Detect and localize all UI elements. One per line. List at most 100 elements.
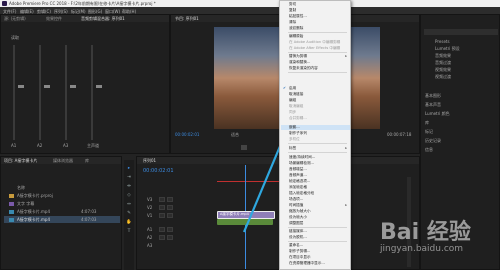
menu-item-set-to-frame-size[interactable]: 设为帧大小 <box>289 215 307 220</box>
side-panel-label[interactable]: 基本声音 <box>425 102 441 108</box>
menu-item-time-interpolation[interactable]: 时间插值 <box>289 203 303 208</box>
tab-source[interactable]: 源: (无剪辑) <box>4 16 26 22</box>
track-label[interactable]: A3 <box>147 243 152 248</box>
tab-program[interactable]: 节目: 序列01 <box>175 16 199 22</box>
tab-effect-controls[interactable]: 效果控件 <box>46 16 62 22</box>
submenu-arrow-icon: ▸ <box>345 146 347 150</box>
clip-icon <box>9 210 14 214</box>
slip-tool-icon[interactable]: ↔ <box>126 202 132 208</box>
program-timecode[interactable]: 00:00:02:01 <box>175 132 199 137</box>
menu-item-make-offline[interactable]: 设为脱机... <box>289 235 307 240</box>
menu-item-ripple-delete[interactable]: 波纹删除 <box>289 26 303 31</box>
project-item[interactable]: A接字模卡片.prproj <box>17 193 53 199</box>
volume-fader[interactable] <box>96 85 102 88</box>
menu-item-reveal-in-explorer[interactable]: 在资源管理器中显示... <box>289 261 325 266</box>
menu-item-restore-unrendered[interactable]: 恢复未渲染的内容 <box>289 66 318 71</box>
ripple-edit-tool-icon[interactable]: ⇹ <box>126 184 132 190</box>
track-label[interactable]: V1 <box>147 213 152 218</box>
tab-audio-mixer[interactable]: 音频剪辑混合器: 序列01 <box>81 16 125 22</box>
tab-libraries[interactable]: 库 <box>85 158 89 164</box>
effects-item[interactable]: 音频过渡 <box>435 60 451 66</box>
track-mute-icon[interactable] <box>159 235 165 240</box>
menu-item-adjustment-layer[interactable]: 调整图层 <box>289 221 303 226</box>
selection-tool-icon[interactable]: ▸ <box>126 166 132 172</box>
read-mode-label[interactable]: 读取 <box>11 35 19 41</box>
effects-item[interactable]: 音频效果 <box>435 53 451 59</box>
track-select-tool-icon[interactable]: ⇥ <box>126 175 132 181</box>
menu-item-group[interactable]: 编组 <box>289 98 296 103</box>
side-panel-label[interactable]: 库 <box>425 120 429 126</box>
menu-item-link-media[interactable]: 链接媒体... <box>289 229 307 234</box>
effects-item[interactable]: 视频效果 <box>435 67 451 73</box>
track-solo-icon[interactable] <box>167 227 173 232</box>
side-panel-label[interactable]: Lumetri 颜色 <box>425 111 450 117</box>
menu-item-frame-hold-options[interactable]: 帧定格选项... <box>289 179 310 184</box>
track-eye-icon[interactable] <box>167 213 173 218</box>
track-eye-icon[interactable] <box>167 197 173 202</box>
volume-fader[interactable] <box>44 85 50 88</box>
track-label[interactable]: V3 <box>147 197 152 202</box>
track-label[interactable]: A2 <box>147 235 152 240</box>
side-panel-label[interactable]: 历史记录 <box>425 138 441 144</box>
column-name-header[interactable]: 名称 <box>17 185 25 191</box>
menu-item-audio-channels[interactable]: 音频声道... <box>289 173 307 178</box>
menu-item-audio-gain[interactable]: 音频增益... <box>289 167 307 172</box>
volume-fader[interactable] <box>70 85 76 88</box>
razor-tool-icon[interactable]: ◇ <box>126 193 132 199</box>
project-item[interactable]: 文字 字幕 <box>17 201 34 207</box>
title-icon <box>9 202 14 206</box>
pen-tool-icon[interactable]: ✎ <box>126 211 132 217</box>
audio-meter <box>39 45 41 140</box>
menu-item-edit-in-after-effects: 在 Adobe After Effects 中编辑 <box>289 46 341 50</box>
effects-item[interactable]: Lumetri 预设 <box>435 46 460 52</box>
menu-item-unlink[interactable]: 取消链接 <box>289 92 303 97</box>
track-solo-icon[interactable] <box>167 235 173 240</box>
menu-item-reveal-in-project[interactable]: 在项目中显示 <box>289 255 311 260</box>
menu-item-insert-frame-hold-segment[interactable]: 插入帧定格分段 <box>289 191 314 196</box>
project-item[interactable]: A接字模卡片.mp4 <box>17 217 50 223</box>
menu-item-replace-with-clip[interactable]: 替换为剪辑 <box>289 54 307 59</box>
menu-item-scene-edit-detection[interactable]: 场景编辑检测... <box>289 161 314 166</box>
menu-item-field-options[interactable]: 场选项... <box>289 197 303 202</box>
effects-search-input[interactable] <box>424 29 498 35</box>
menu-item-enable[interactable]: 启用 <box>289 86 296 91</box>
effects-item[interactable]: 视频过渡 <box>435 74 451 80</box>
side-panel-label[interactable]: 信息 <box>425 147 433 153</box>
track-lock-icon[interactable] <box>159 205 165 210</box>
menu-item-nest[interactable]: 嵌套... <box>289 125 300 130</box>
menu-item-scale-to-frame-size[interactable]: 缩放为帧大小 <box>289 209 311 214</box>
menu-item-rename[interactable]: 重命名... <box>289 243 303 248</box>
menu-item-render-and-replace[interactable]: 渲染和替换... <box>289 60 310 65</box>
tab-sequence[interactable]: 序列01 <box>143 158 156 164</box>
watermark-main: Bai 经验 <box>380 220 471 245</box>
menu-item-speed-duration[interactable]: 速度/持续时间... <box>289 155 315 160</box>
baidu-watermark: Bai 经验 jingyan.baidu.com <box>380 214 471 254</box>
hand-tool-icon[interactable]: ✋ <box>126 220 132 226</box>
track-label[interactable]: A1 <box>147 227 152 232</box>
track-eye-icon[interactable] <box>167 205 173 210</box>
menu-item-label[interactable]: 标签 <box>289 146 296 151</box>
side-panel-label[interactable]: 标记 <box>425 129 433 135</box>
track-mute-icon[interactable] <box>159 227 165 232</box>
tab-project[interactable]: 项目: A接字模卡片 <box>4 158 37 164</box>
track-label[interactable]: V2 <box>147 205 152 210</box>
type-tool-icon[interactable]: T <box>126 229 132 235</box>
side-panel-label[interactable]: 基本图形 <box>425 93 441 99</box>
menu-separator <box>288 241 347 242</box>
menu-item-make-subsequence[interactable]: 制作子序列 <box>289 131 307 136</box>
effects-item[interactable]: Presets <box>435 39 450 44</box>
volume-fader[interactable] <box>18 85 24 88</box>
timeline-timecode[interactable]: 00:00:02:01 <box>143 168 174 174</box>
menu-item-copy[interactable]: 复制 <box>289 8 296 13</box>
clip-context-menu: 剪切 复制 粘贴属性... 清除 波纹删除 编辑原始 在 Adobe Audit… <box>279 0 351 270</box>
menu-item-edit-original[interactable]: 编辑原始 <box>289 34 303 39</box>
track-lock-icon[interactable] <box>159 197 165 202</box>
menu-item-clear[interactable]: 清除 <box>289 20 296 25</box>
menu-item-add-frame-hold[interactable]: 添加帧定格 <box>289 185 307 190</box>
menu-item-paste-attributes[interactable]: 粘贴属性... <box>289 14 307 19</box>
tab-media-browser[interactable]: 媒体浏览器 <box>53 158 73 164</box>
menu-item-make-subclip[interactable]: 制作子剪辑... <box>289 249 310 254</box>
menu-item-cut[interactable]: 剪切 <box>289 2 296 7</box>
track-lock-icon[interactable] <box>159 213 165 218</box>
project-item[interactable]: A接字模卡片.mp4 <box>17 209 50 215</box>
